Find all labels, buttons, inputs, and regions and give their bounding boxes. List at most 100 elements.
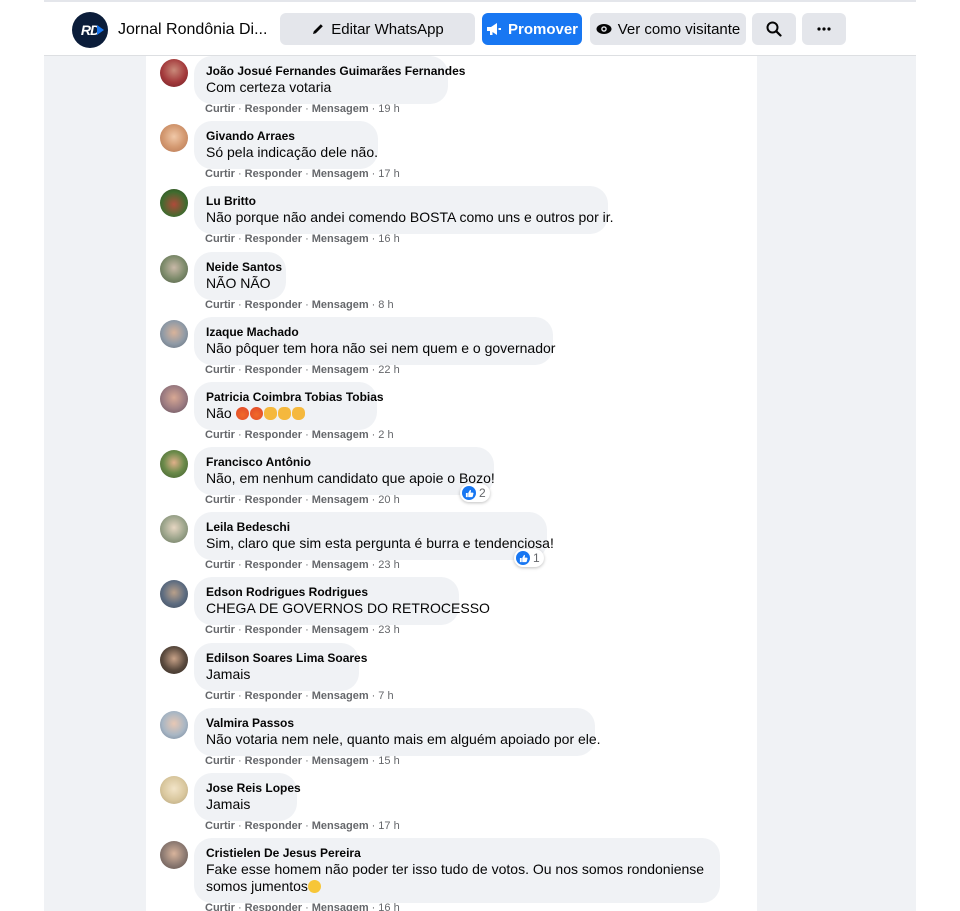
comment-bubble: Edilson Soares Lima Soares Jamais [194, 643, 367, 691]
message-link[interactable]: Mensagem [312, 902, 369, 911]
like-link[interactable]: Curtir [205, 233, 235, 245]
view-as-visitor-button[interactable]: Ver como visitante [590, 13, 746, 45]
message-link[interactable]: Mensagem [312, 820, 369, 832]
search-button[interactable] [752, 13, 796, 45]
more-options-button[interactable] [802, 13, 846, 45]
comment-author[interactable]: Neide Santos [206, 259, 282, 275]
message-link[interactable]: Mensagem [312, 494, 369, 506]
comment-timestamp[interactable]: 7 h [378, 690, 393, 702]
like-link[interactable]: Curtir [205, 902, 235, 911]
comment-timestamp[interactable]: 17 h [378, 168, 399, 180]
comment-timestamp[interactable]: 16 h [378, 233, 399, 245]
avatar[interactable] [160, 189, 188, 217]
comment-author[interactable]: Francisco Antônio [206, 454, 482, 470]
promote-button[interactable]: Promover [482, 13, 582, 45]
comment-timestamp[interactable]: 22 h [378, 364, 399, 376]
comment-author[interactable]: Jose Reis Lopes [206, 780, 301, 796]
reaction-count[interactable]: 2 [460, 484, 490, 502]
page-logo[interactable]: RD [72, 12, 108, 48]
avatar[interactable] [160, 124, 188, 152]
oncoming-fist-emoji [277, 407, 291, 420]
avatar[interactable] [160, 580, 188, 608]
avatar[interactable] [160, 711, 188, 739]
comment-timestamp[interactable]: 17 h [378, 820, 399, 832]
reaction-count[interactable]: 1 [514, 549, 544, 567]
comment-timestamp[interactable]: 23 h [378, 624, 399, 636]
like-link[interactable]: Curtir [205, 299, 235, 311]
comment-actions: Curtir · Responder · Mensagem · 16 h [205, 902, 400, 911]
reply-link[interactable]: Responder [245, 429, 302, 441]
page-name[interactable]: Jornal Rondônia Di... [118, 21, 267, 39]
pencil-icon [313, 24, 324, 34]
comment-author[interactable]: Lu Britto [206, 193, 596, 209]
oncoming-fist-emoji [291, 407, 305, 420]
message-link[interactable]: Mensagem [312, 168, 369, 180]
avatar[interactable] [160, 646, 188, 674]
reply-link[interactable]: Responder [245, 299, 302, 311]
message-link[interactable]: Mensagem [312, 559, 369, 571]
reply-link[interactable]: Responder [245, 168, 302, 180]
comment-author[interactable]: Izaque Machado [206, 324, 541, 340]
like-link[interactable]: Curtir [205, 364, 235, 376]
like-link[interactable]: Curtir [205, 168, 235, 180]
comment-author[interactable]: Patricia Coimbra Tobias Tobias [206, 389, 384, 405]
reply-link[interactable]: Responder [245, 755, 302, 767]
comment-author[interactable]: Edilson Soares Lima Soares [206, 650, 367, 666]
reply-link[interactable]: Responder [245, 559, 302, 571]
like-link[interactable]: Curtir [205, 103, 235, 115]
message-link[interactable]: Mensagem [312, 364, 369, 376]
reply-link[interactable]: Responder [245, 364, 302, 376]
avatar[interactable] [160, 385, 188, 413]
comment-timestamp[interactable]: 8 h [378, 299, 393, 311]
comment-author[interactable]: Edson Rodrigues Rodrigues [206, 584, 447, 600]
avatar[interactable] [160, 59, 188, 87]
comment-author[interactable]: Cristielen De Jesus Pereira [206, 845, 708, 861]
like-link[interactable]: Curtir [205, 820, 235, 832]
comment-bubble: Leila Bedeschi Sim, claro que sim esta p… [194, 512, 554, 560]
comment-timestamp[interactable]: 15 h [378, 755, 399, 767]
comment-author[interactable]: Valmira Passos [206, 715, 583, 731]
avatar[interactable] [160, 515, 188, 543]
reply-link[interactable]: Responder [245, 624, 302, 636]
comment-text: CHEGA DE GOVERNOS DO RETROCESSO [206, 600, 490, 616]
message-link[interactable]: Mensagem [312, 233, 369, 245]
avatar[interactable] [160, 841, 188, 869]
avatar[interactable] [160, 776, 188, 804]
message-link[interactable]: Mensagem [312, 755, 369, 767]
comment-timestamp[interactable]: 20 h [378, 494, 399, 506]
search-icon [766, 21, 782, 37]
like-link[interactable]: Curtir [205, 755, 235, 767]
reply-link[interactable]: Responder [245, 233, 302, 245]
message-link[interactable]: Mensagem [312, 299, 369, 311]
reply-link[interactable]: Responder [245, 902, 302, 911]
like-link[interactable]: Curtir [205, 559, 235, 571]
reply-link[interactable]: Responder [245, 820, 302, 832]
reply-link[interactable]: Responder [245, 494, 302, 506]
comment-author[interactable]: João Josué Fernandes Guimarães Fernandes [206, 63, 465, 79]
edit-whatsapp-button[interactable]: Editar WhatsApp [280, 13, 475, 45]
like-link[interactable]: Curtir [205, 494, 235, 506]
comment-timestamp[interactable]: 19 h [378, 103, 399, 115]
comment-bubble: Neide Santos NÃO NÃO [194, 252, 286, 300]
comment-timestamp[interactable]: 16 h [378, 902, 399, 911]
like-link[interactable]: Curtir [205, 690, 235, 702]
reply-link[interactable]: Responder [245, 690, 302, 702]
comment-author[interactable]: Leila Bedeschi [206, 519, 535, 535]
like-link[interactable]: Curtir [205, 624, 235, 636]
avatar[interactable] [160, 320, 188, 348]
comment-author[interactable]: Givando Arraes [206, 128, 366, 144]
comment-text: Com certeza votaria [206, 79, 332, 95]
comment-timestamp[interactable]: 2 h [378, 429, 393, 441]
message-link[interactable]: Mensagem [312, 690, 369, 702]
comment-text: Não pôquer tem hora não sei nem quem e o… [206, 340, 556, 356]
message-link[interactable]: Mensagem [312, 624, 369, 636]
like-link[interactable]: Curtir [205, 429, 235, 441]
message-link[interactable]: Mensagem [312, 103, 369, 115]
comment-timestamp[interactable]: 23 h [378, 559, 399, 571]
comment-text: Fake esse homem não poder ter isso tudo … [206, 861, 708, 895]
comment-actions: Curtir · Responder · Mensagem · 19 h [205, 103, 400, 115]
avatar[interactable] [160, 450, 188, 478]
reply-link[interactable]: Responder [245, 103, 302, 115]
message-link[interactable]: Mensagem [312, 429, 369, 441]
avatar[interactable] [160, 255, 188, 283]
